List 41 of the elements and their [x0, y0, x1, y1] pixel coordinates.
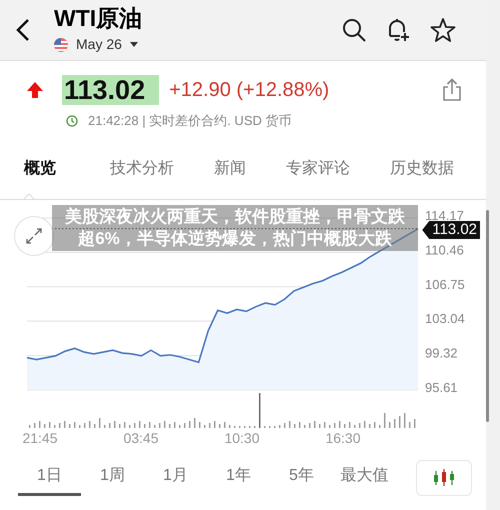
search-icon[interactable] — [342, 18, 366, 42]
caret-icon — [130, 42, 138, 48]
tab[interactable]: 新闻 — [194, 157, 266, 182]
y-axis-label: 114.17 — [425, 208, 464, 224]
bell-plus-icon[interactable] — [386, 16, 410, 43]
x-axis-label: 16:30 — [325, 430, 361, 446]
period-tab[interactable]: 1年 — [207, 460, 270, 496]
page-title: WTI原油 — [54, 4, 142, 32]
tab[interactable]: 概览 — [0, 157, 90, 182]
quote-time-info: 21:42:28 | 实时差价合约. USD 货币 — [88, 112, 292, 130]
price-change: +12.90 (+12.88%) — [169, 78, 330, 103]
date-dropdown[interactable]: May 26 — [76, 34, 138, 56]
back-icon[interactable] — [16, 18, 30, 42]
scrollbar[interactable] — [486, 210, 489, 422]
star-icon[interactable] — [430, 16, 456, 43]
candlestick-icon — [433, 468, 455, 487]
last-price-tag: 113.02 — [422, 220, 480, 239]
tab[interactable]: 技术分析 — [90, 157, 194, 182]
tab[interactable]: 历史数据 — [370, 157, 474, 182]
current-price: 113.02 — [62, 74, 160, 105]
expand-icon — [26, 228, 42, 244]
tab[interactable]: 专家评论 — [266, 157, 370, 182]
y-axis-label: 99.32 — [425, 346, 458, 361]
x-axis-label: 21:45 — [22, 430, 58, 446]
period-tab[interactable]: 1周 — [81, 460, 144, 496]
share-icon[interactable] — [442, 78, 462, 102]
period-tab[interactable]: 1日 — [18, 460, 81, 496]
x-axis-label: 03:45 — [123, 430, 159, 446]
clock-icon — [66, 114, 78, 127]
candlestick-button[interactable] — [416, 460, 472, 496]
y-axis-label: 95.61 — [425, 380, 458, 396]
y-axis-label: 106.75 — [425, 277, 465, 292]
y-axis-label: 110.46 — [425, 242, 464, 258]
period-tab[interactable]: 1月 — [144, 460, 207, 496]
x-axis-label: 10:30 — [224, 430, 260, 446]
headline-banner: 美股深夜冰火两重天，软件股重挫，甲骨文跌超6%，半导体逆势爆发，热门中概股大跌 — [52, 205, 418, 252]
period-tab[interactable]: 5年 — [270, 460, 333, 496]
period-tab[interactable]: 最大值 — [333, 460, 396, 496]
expand-button[interactable] — [14, 216, 54, 256]
flag-icon — [54, 38, 68, 52]
y-axis-label: 103.04 — [425, 311, 465, 326]
